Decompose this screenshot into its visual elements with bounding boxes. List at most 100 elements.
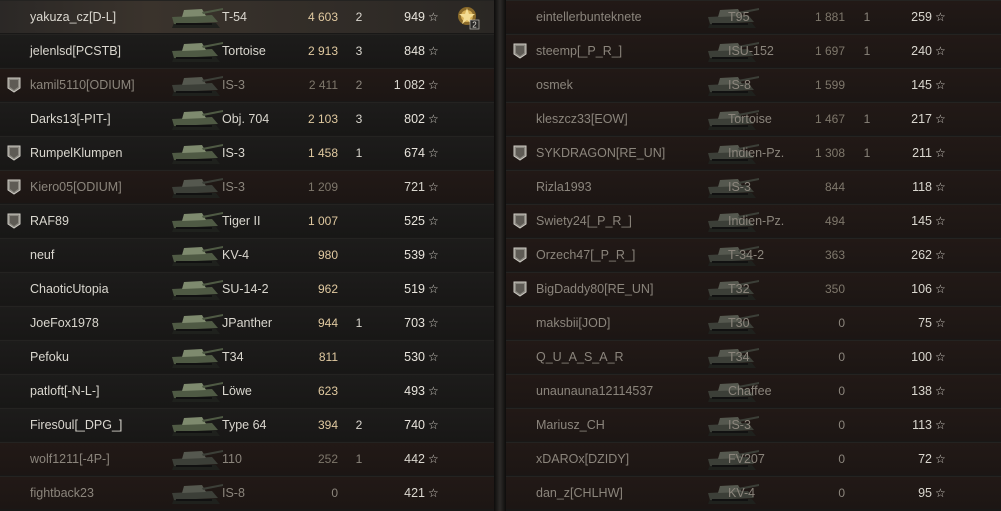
platoon-badge-icon xyxy=(513,281,527,297)
right-player-row[interactable]: kleszcz33[EOW] Tortoise 1 467 1 217 ☆ xyxy=(506,102,1001,135)
tank-silhouette-icon xyxy=(168,69,224,101)
right-player-row[interactable]: Mariusz_CH IS-3 0 113 ☆ xyxy=(506,408,1001,441)
player-name[interactable]: maksbii[JOD] xyxy=(536,307,610,339)
vehicle-name: IS-3 xyxy=(222,180,245,194)
star-icon: ☆ xyxy=(428,350,439,364)
left-player-row[interactable]: Darks13[-PIT-] Obj. 704 2 103 3 802 ☆ xyxy=(0,102,494,135)
right-player-row[interactable]: eintellerbunteknete T95 1 881 1 259 ☆ xyxy=(506,0,1001,33)
star-icon: ☆ xyxy=(935,112,946,126)
damage-value: 1 308 xyxy=(814,146,845,160)
damage-value: 2 913 xyxy=(307,44,338,58)
vehicle-name: Indien-Pz. xyxy=(728,146,785,160)
player-name[interactable]: dan_z[CHLHW] xyxy=(536,477,623,509)
player-name[interactable]: kamil5110[ODIUM] xyxy=(30,69,135,101)
left-player-row[interactable]: Pefoku T34 811 530 ☆ xyxy=(0,340,494,373)
damage-value: 811 xyxy=(318,350,338,364)
star-icon: ☆ xyxy=(935,78,946,92)
player-name[interactable]: Swiety24[_P_R_] xyxy=(536,205,632,237)
right-player-row[interactable]: SYKDRAGON[RE_UN] Indien-Pz. 1 308 1 211 ☆ xyxy=(506,136,1001,169)
player-name[interactable]: SYKDRAGON[RE_UN] xyxy=(536,137,665,169)
player-name[interactable]: Q_U_A_S_A_R xyxy=(536,341,624,373)
xp-value: 519 xyxy=(404,282,425,296)
right-player-row[interactable]: Rizla1993 IS-3 844 118 ☆ xyxy=(506,170,1001,203)
star-icon: ☆ xyxy=(428,44,439,58)
kills-value: 1 xyxy=(863,44,871,58)
player-name[interactable]: RumpelKlumpen xyxy=(30,137,122,169)
player-name[interactable]: patloft[-N-L-] xyxy=(30,375,99,407)
right-player-row[interactable]: steemp[_P_R_] ISU-152 1 697 1 240 ☆ xyxy=(506,34,1001,67)
player-name[interactable]: yakuza_cz[D-L] xyxy=(30,1,116,33)
kills-value: 1 xyxy=(355,146,363,160)
tank-silhouette-icon xyxy=(168,35,224,67)
tank-silhouette-icon xyxy=(168,1,224,33)
left-player-row[interactable]: RumpelKlumpen IS-3 1 458 1 674 ☆ xyxy=(0,136,494,169)
left-player-row[interactable]: wolf1211[-4P-] 110 252 1 442 ☆ xyxy=(0,442,494,475)
kills-value xyxy=(860,273,874,305)
player-name[interactable]: JoeFox1978 xyxy=(30,307,99,339)
damage-value: 394 xyxy=(317,418,338,432)
star-icon: ☆ xyxy=(428,486,439,500)
player-name[interactable]: unaunauna12114537 xyxy=(536,375,653,407)
left-player-row[interactable]: patloft[-N-L-] Löwe 623 493 ☆ xyxy=(0,374,494,407)
left-player-row[interactable]: yakuza_cz[D-L] T-54 4 603 2 949 ☆ 2 xyxy=(0,0,494,33)
damage-value: 1 599 xyxy=(814,78,845,92)
right-player-row[interactable]: dan_z[CHLHW] KV-4 0 95 ☆ xyxy=(506,476,1001,509)
vehicle-name: ISU-152 xyxy=(728,44,774,58)
right-player-row[interactable]: maksbii[JOD] T30 0 75 ☆ xyxy=(506,306,1001,339)
player-name[interactable]: kleszcz33[EOW] xyxy=(536,103,628,135)
player-name[interactable]: neuf xyxy=(30,239,54,271)
player-name[interactable]: Mariusz_CH xyxy=(536,409,605,441)
left-player-row[interactable]: ChaoticUtopia SU-14-2 962 519 ☆ xyxy=(0,272,494,305)
vehicle-name: T95 xyxy=(728,10,750,24)
left-player-row[interactable]: Kiero05[ODIUM] IS-3 1 209 721 ☆ xyxy=(0,170,494,203)
left-player-row[interactable]: neuf KV-4 980 539 ☆ xyxy=(0,238,494,271)
left-player-row[interactable]: fightback23 IS-8 0 421 ☆ xyxy=(0,476,494,509)
left-player-row[interactable]: RAF89 Tiger II 1 007 525 ☆ xyxy=(0,204,494,237)
player-name[interactable]: osmek xyxy=(536,69,573,101)
right-player-row[interactable]: xDAROx[DZIDY] FV207 0 72 ☆ xyxy=(506,442,1001,475)
left-player-row[interactable]: JoeFox1978 JPanther 944 1 703 ☆ xyxy=(0,306,494,339)
player-name[interactable]: Darks13[-PIT-] xyxy=(30,103,111,135)
right-player-row[interactable]: Q_U_A_S_A_R T34 0 100 ☆ xyxy=(506,340,1001,373)
right-player-row[interactable]: Swiety24[_P_R_] Indien-Pz. 494 145 ☆ xyxy=(506,204,1001,237)
player-name[interactable]: RAF89 xyxy=(30,205,69,237)
player-name[interactable]: Orzech47[_P_R_] xyxy=(536,239,635,271)
star-icon: ☆ xyxy=(428,10,439,24)
kills-value xyxy=(860,69,874,101)
player-name[interactable]: eintellerbunteknete xyxy=(536,1,642,33)
kills-value xyxy=(860,205,874,237)
xp-value: 442 xyxy=(404,452,425,466)
left-player-row[interactable]: jelenlsd[PCSTB] Tortoise 2 913 3 848 ☆ xyxy=(0,34,494,67)
star-icon: ☆ xyxy=(428,316,439,330)
player-name[interactable]: Rizla1993 xyxy=(536,171,592,203)
player-name[interactable]: steemp[_P_R_] xyxy=(536,35,622,67)
player-name[interactable]: Fires0ul[_DPG_] xyxy=(30,409,122,441)
vehicle-name: T-54 xyxy=(222,10,248,24)
damage-value: 962 xyxy=(317,282,338,296)
tank-silhouette-icon xyxy=(168,137,224,169)
vehicle-name: 110 xyxy=(222,452,242,466)
player-name[interactable]: wolf1211[-4P-] xyxy=(30,443,110,475)
star-icon: ☆ xyxy=(428,112,439,126)
damage-value: 1 458 xyxy=(307,146,338,160)
player-name[interactable]: BigDaddy80[RE_UN] xyxy=(536,273,653,305)
star-icon: ☆ xyxy=(935,146,946,160)
damage-value: 844 xyxy=(824,180,845,194)
right-player-row[interactable]: BigDaddy80[RE_UN] T32 350 106 ☆ xyxy=(506,272,1001,305)
player-name[interactable]: Pefoku xyxy=(30,341,69,373)
xp-value: 674 xyxy=(404,146,425,160)
left-player-row[interactable]: kamil5110[ODIUM] IS-3 2 411 2 1 082 ☆ xyxy=(0,68,494,101)
right-player-row[interactable]: unaunauna12114537 Chaffee 0 138 ☆ xyxy=(506,374,1001,407)
right-player-row[interactable]: Orzech47[_P_R_] T-34-2 363 262 ☆ xyxy=(506,238,1001,271)
player-name[interactable]: xDAROx[DZIDY] xyxy=(536,443,629,475)
player-name[interactable]: ChaoticUtopia xyxy=(30,273,109,305)
player-name[interactable]: jelenlsd[PCSTB] xyxy=(30,35,121,67)
right-player-row[interactable]: osmek IS-8 1 599 145 ☆ xyxy=(506,68,1001,101)
left-player-row[interactable]: Fires0ul[_DPG_] Type 64 394 2 740 ☆ xyxy=(0,408,494,441)
platoon-badge-icon xyxy=(513,43,527,59)
xp-value: 100 xyxy=(911,350,932,364)
player-name[interactable]: fightback23 xyxy=(30,477,94,509)
kills-value: 1 xyxy=(863,146,871,160)
vehicle-name: T-34-2 xyxy=(728,248,765,262)
player-name[interactable]: Kiero05[ODIUM] xyxy=(30,171,122,203)
